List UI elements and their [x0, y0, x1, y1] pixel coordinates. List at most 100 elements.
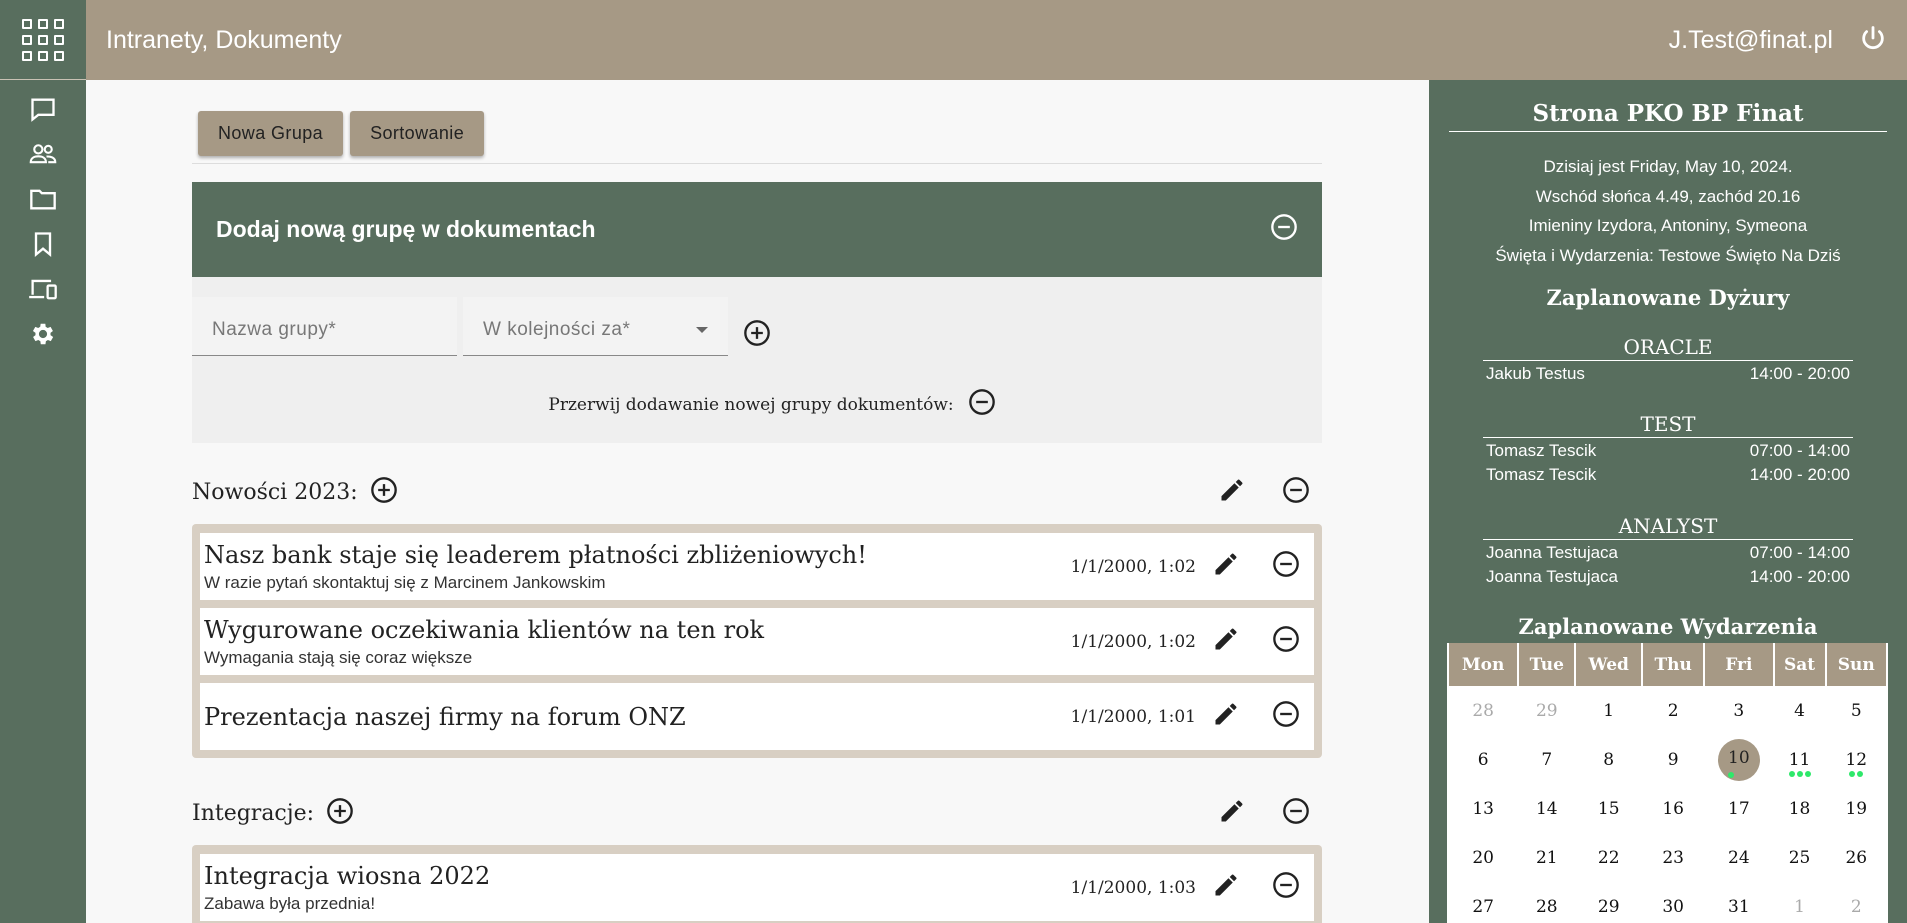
edit-document-button[interactable]: [1212, 625, 1240, 658]
calendar-day[interactable]: 3: [1705, 686, 1773, 735]
calendar-day[interactable]: 29: [1576, 882, 1642, 923]
shift-group: TEST Tomasz Tescik 07:00 - 14:00 Tomasz …: [1483, 412, 1853, 486]
delete-document-button[interactable]: [1272, 700, 1300, 733]
edit-document-button[interactable]: [1212, 871, 1240, 904]
calendar-day[interactable]: 18: [1774, 784, 1825, 833]
shift-hours: 14:00 - 20:00: [1749, 364, 1850, 383]
calendar-day[interactable]: 5: [1826, 686, 1886, 735]
collapse-add-group-button[interactable]: [1270, 213, 1298, 246]
add-document-button[interactable]: [370, 476, 398, 509]
shift-row: Joanna Testujaca 14:00 - 20:00: [1483, 564, 1853, 588]
calendar-day[interactable]: 28: [1519, 882, 1575, 923]
calendar-day[interactable]: 6: [1449, 735, 1518, 784]
calendar-day[interactable]: 29: [1519, 686, 1575, 735]
shift-name: TEST: [1483, 412, 1853, 438]
calendar-day[interactable]: 2: [1826, 882, 1886, 923]
rail-chat-button[interactable]: [23, 86, 63, 131]
calendar-day[interactable]: 25: [1774, 833, 1825, 882]
delete-group-button[interactable]: [1282, 476, 1310, 509]
rail-people-button[interactable]: [23, 131, 63, 176]
calendar-day-today[interactable]: 10: [1705, 735, 1773, 784]
calendar-day[interactable]: 22: [1576, 833, 1642, 882]
delete-group-button[interactable]: [1282, 797, 1310, 830]
calendar-day[interactable]: 1: [1774, 882, 1825, 923]
weekday-header: Sat: [1774, 643, 1825, 686]
order-select[interactable]: W kolejności za*: [463, 297, 728, 356]
calendar-day[interactable]: 4: [1774, 686, 1825, 735]
calendar-day[interactable]: 20: [1449, 833, 1518, 882]
weekday-header: Mon: [1449, 643, 1518, 686]
minus-circle-icon: [968, 389, 995, 415]
shift-person: Tomasz Tescik: [1486, 441, 1597, 460]
calendar-day[interactable]: 27: [1449, 882, 1518, 923]
shift-row: Tomasz Tescik 07:00 - 14:00: [1483, 438, 1853, 462]
new-group-button[interactable]: Nowa Grupa: [198, 111, 344, 156]
sort-button[interactable]: Sortowanie: [350, 111, 485, 156]
rail-folder-button[interactable]: [23, 176, 63, 221]
info-nameday: Imieniny Izydora, Antoniny, Symeona: [1528, 216, 1808, 235]
calendar-day[interactable]: 11: [1774, 735, 1825, 784]
calendar-day[interactable]: 16: [1643, 784, 1704, 833]
calendar-day[interactable]: 31: [1705, 882, 1773, 923]
document-item[interactable]: Wygurowane oczekiwania klientów na ten r…: [200, 608, 1314, 675]
calendar-day[interactable]: 23: [1643, 833, 1704, 882]
group-name-field[interactable]: Nazwa grupy*: [192, 297, 457, 356]
rail-devices-button[interactable]: [23, 266, 63, 311]
document-date: 1/1/2000, 1:01: [1070, 706, 1196, 727]
user-email[interactable]: J.Test@finat.pl: [1669, 26, 1833, 55]
calendar-day[interactable]: 30: [1643, 882, 1704, 923]
calendar-day[interactable]: 7: [1519, 735, 1575, 784]
rail-settings-button[interactable]: [23, 311, 63, 356]
document-item[interactable]: Prezentacja naszej firmy na forum ONZ 1/…: [200, 683, 1314, 750]
rail-bookmark-button[interactable]: [23, 221, 63, 266]
group-header: Integracje:: [192, 793, 1322, 833]
shifts-title: Zaplanowane Dyżury: [1546, 285, 1790, 310]
info-holiday: Święta i Wydarzenia: Testowe Święto Na D…: [1495, 245, 1841, 265]
document-item[interactable]: Nasz bank staje się leaderem płatności z…: [200, 533, 1314, 600]
calendar-day[interactable]: 8: [1576, 735, 1642, 784]
weekday-header: Wed: [1576, 643, 1642, 686]
calendar-day[interactable]: 14: [1519, 784, 1575, 833]
pencil-icon: [1215, 628, 1237, 650]
add-document-button[interactable]: [326, 797, 354, 830]
events-title: Zaplanowane Wydarzenia: [1518, 614, 1818, 639]
logout-button[interactable]: [1859, 24, 1887, 57]
edit-group-button[interactable]: [1218, 476, 1246, 509]
confirm-add-group-button[interactable]: [743, 319, 771, 352]
calendar-day[interactable]: 15: [1576, 784, 1642, 833]
document-title[interactable]: Prezentacja naszej firmy na forum ONZ: [204, 703, 1071, 731]
document-title[interactable]: Integracja wiosna 2022: [204, 862, 1071, 890]
day-info: Dzisiaj jest Friday, May 10, 2024. Wschó…: [1449, 152, 1887, 270]
document-list: Integracja wiosna 2022 Zabawa była przed…: [192, 845, 1322, 923]
power-icon: [1862, 25, 1884, 49]
delete-document-button[interactable]: [1272, 625, 1300, 658]
calendar-day[interactable]: 24: [1705, 833, 1773, 882]
order-select-placeholder: W kolejności za*: [483, 319, 631, 340]
delete-document-button[interactable]: [1272, 550, 1300, 583]
calendar-day[interactable]: 21: [1519, 833, 1575, 882]
calendar-day[interactable]: 17: [1705, 784, 1773, 833]
document-title[interactable]: Wygurowane oczekiwania klientów na ten r…: [204, 616, 1071, 644]
plus-circle-icon: [327, 797, 353, 824]
apps-button[interactable]: [0, 0, 86, 80]
calendar-day[interactable]: 26: [1826, 833, 1886, 882]
document-item[interactable]: Integracja wiosna 2022 Zabawa była przed…: [200, 854, 1314, 921]
document-title[interactable]: Nasz bank staje się leaderem płatności z…: [204, 541, 1071, 569]
calendar-day[interactable]: 12: [1826, 735, 1886, 784]
shift-row: Joanna Testujaca 07:00 - 14:00: [1483, 540, 1853, 564]
cancel-add-button[interactable]: [968, 388, 996, 421]
group-name: Nowości 2023:: [192, 479, 358, 505]
calendar-day[interactable]: 13: [1449, 784, 1518, 833]
delete-document-button[interactable]: [1272, 871, 1300, 904]
edit-document-button[interactable]: [1212, 700, 1240, 733]
calendar-day[interactable]: 28: [1449, 686, 1518, 735]
edit-document-button[interactable]: [1212, 550, 1240, 583]
calendar-day[interactable]: 2: [1643, 686, 1704, 735]
calendar-day[interactable]: 1: [1576, 686, 1642, 735]
shift-hours: 07:00 - 14:00: [1749, 543, 1850, 562]
shift-person: Jakub Testus: [1486, 364, 1585, 383]
document-subtitle: Zabawa była przednia!: [204, 893, 376, 913]
edit-group-button[interactable]: [1218, 797, 1246, 830]
calendar-day[interactable]: 9: [1643, 735, 1704, 784]
calendar-day[interactable]: 19: [1826, 784, 1886, 833]
